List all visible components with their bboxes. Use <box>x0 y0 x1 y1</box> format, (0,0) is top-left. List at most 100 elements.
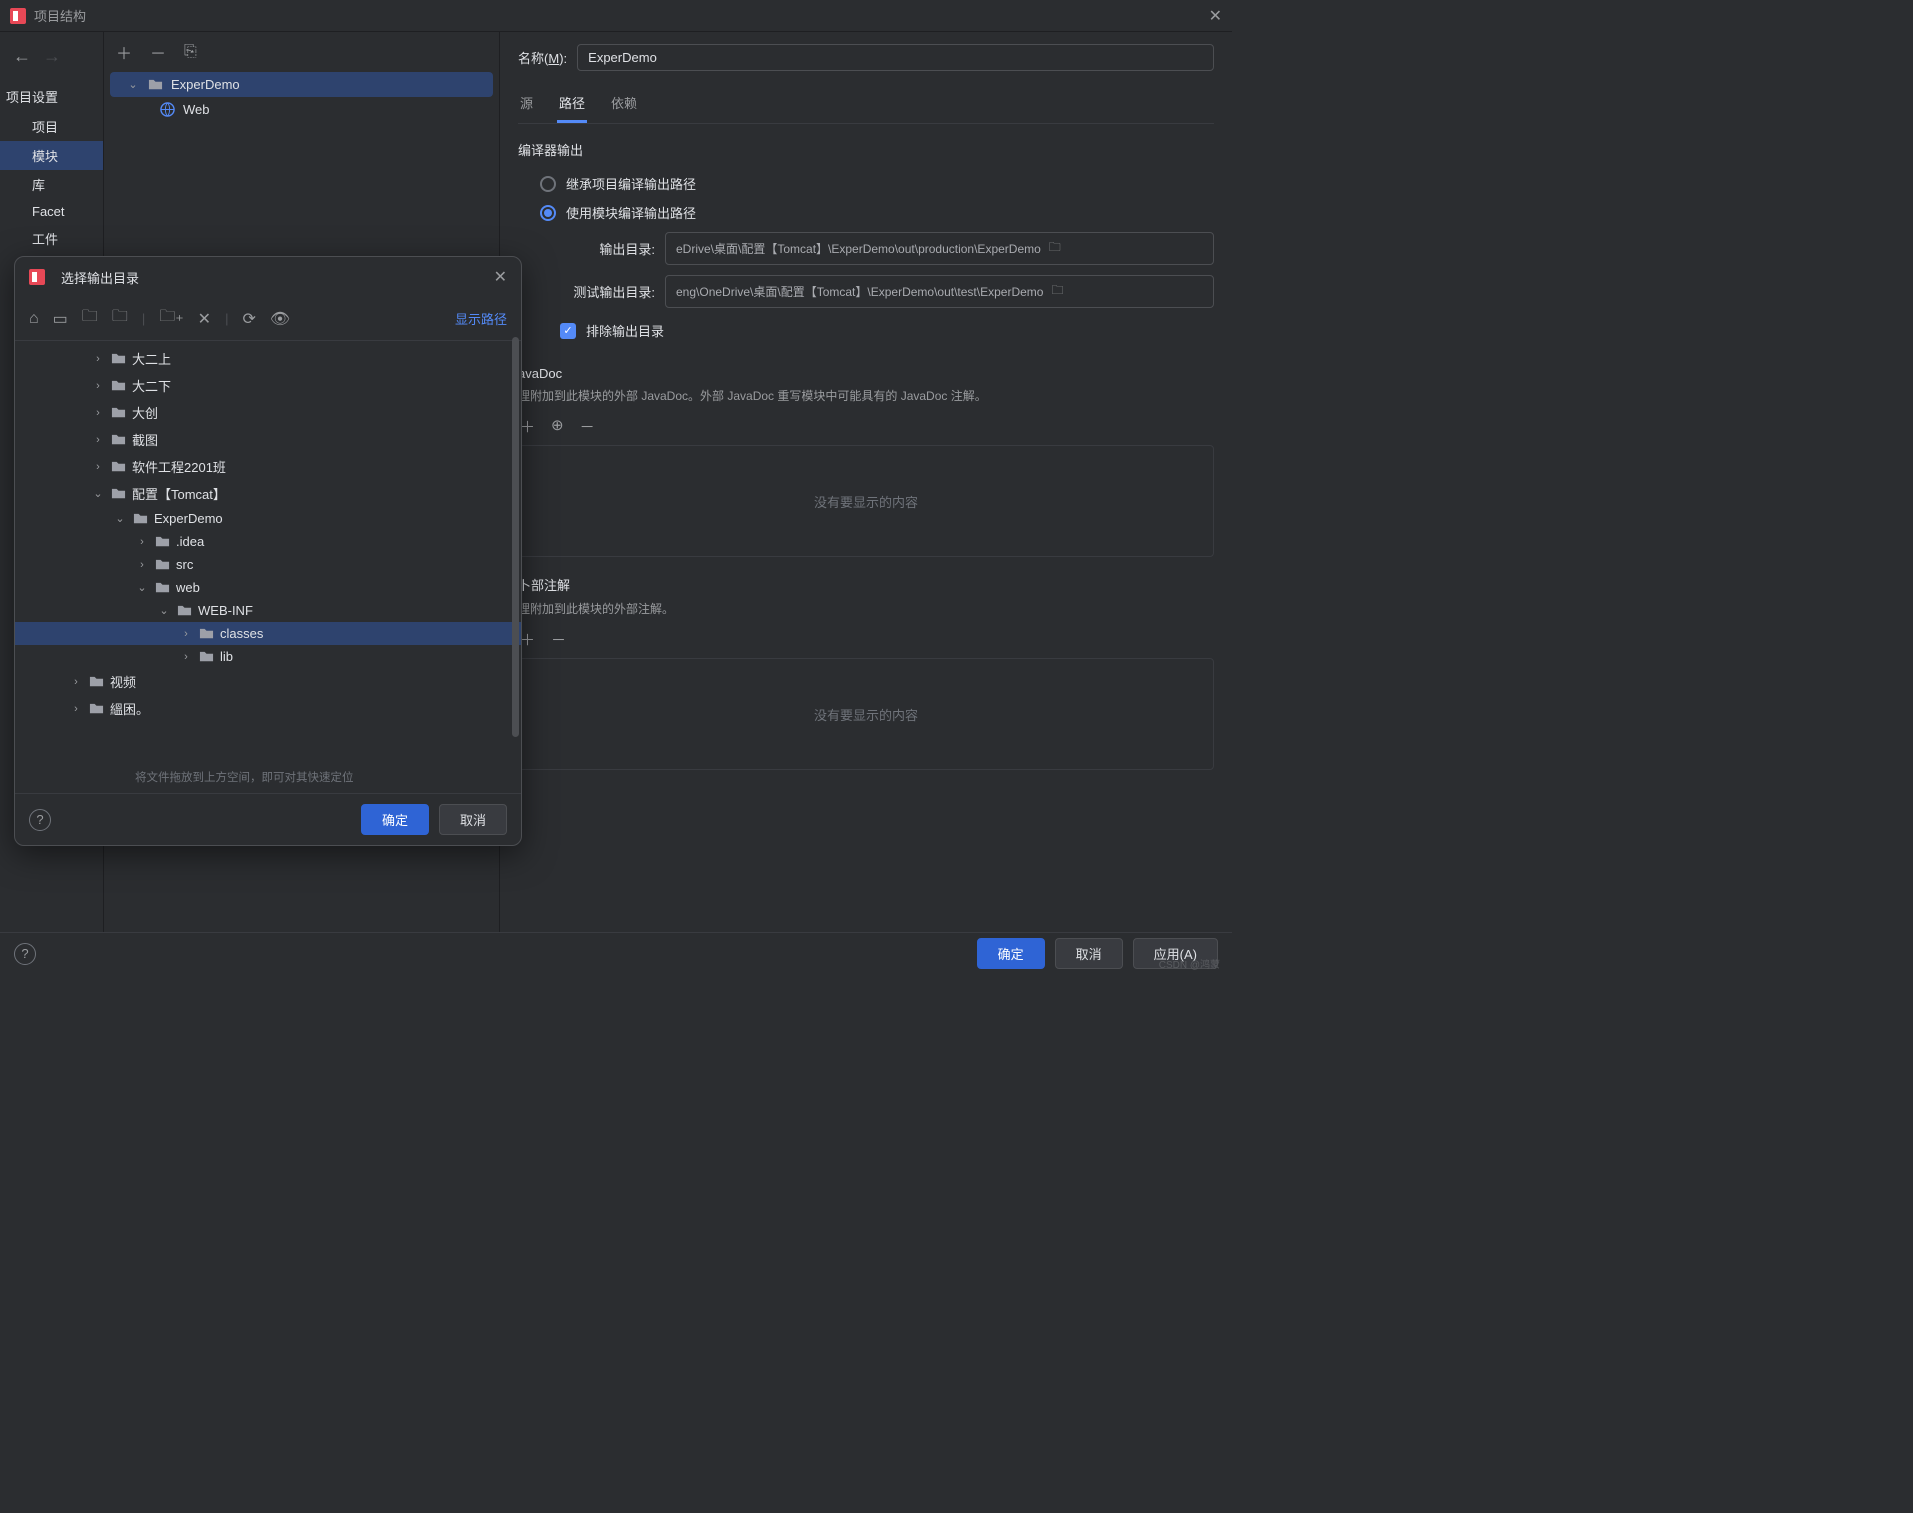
ext-annot-list: 没有要显示的内容 <box>518 658 1214 770</box>
chevron-icon[interactable]: ⌄ <box>157 604 171 617</box>
chevron-icon[interactable]: › <box>69 703 83 715</box>
tree-row[interactable]: › src <box>15 553 521 576</box>
nav-forward-icon: → <box>43 46 61 67</box>
browse-icon[interactable]: 🗀 <box>1051 281 1063 302</box>
radio-module-row[interactable]: 使用模块编译输出路径 <box>518 198 1214 227</box>
tab-dependencies[interactable]: 依赖 <box>609 87 639 123</box>
sidebar-item-artifacts[interactable]: 工件 <box>0 224 103 253</box>
chevron-icon[interactable]: ⌄ <box>113 512 127 525</box>
dialog-hint: 将文件拖放到上方空间，即可对其快速定位 <box>15 765 521 793</box>
browse-icon[interactable]: 🗀 <box>1049 238 1061 259</box>
add-icon[interactable]: ＋ <box>520 629 535 650</box>
sidebar-item-libraries[interactable]: 库 <box>0 170 103 199</box>
tree-row[interactable]: › 视频 <box>15 668 521 695</box>
chevron-icon[interactable]: › <box>135 559 149 571</box>
tree-row[interactable]: › 软件工程2201班 <box>15 453 521 480</box>
chevron-icon[interactable]: › <box>135 536 149 548</box>
radio-module[interactable] <box>540 205 556 221</box>
ext-annot-title: 卜部注解 <box>518 575 1214 594</box>
tree-row[interactable]: › classes <box>15 622 521 645</box>
tab-sources[interactable]: 源 <box>518 87 535 123</box>
window-close-icon[interactable]: ✕ <box>1209 6 1222 26</box>
folder-icon <box>177 603 192 618</box>
home-icon[interactable]: ⌂ <box>29 310 39 328</box>
help-button[interactable]: ? <box>14 943 36 965</box>
tree-row[interactable]: › .idea <box>15 530 521 553</box>
add-icon[interactable]: ＋ <box>116 40 132 64</box>
tree-row[interactable]: › 縕困。 <box>15 695 521 722</box>
nav-back-icon[interactable]: ← <box>13 46 31 67</box>
sidebar-item-facet[interactable]: Facet <box>0 199 103 224</box>
chevron-icon[interactable]: › <box>179 628 193 640</box>
folder-icon <box>89 674 104 689</box>
module-toolbar: ＋ － ⎘ <box>104 32 499 72</box>
module-root-row[interactable]: ⌄ ExperDemo <box>110 72 493 97</box>
dialog-scrollbar[interactable] <box>512 337 519 737</box>
tree-row[interactable]: › lib <box>15 645 521 668</box>
dialog-title: 选择输出目录 <box>61 268 139 287</box>
module-child-row[interactable]: Web <box>104 97 499 122</box>
tree-row[interactable]: › 大创 <box>15 399 521 426</box>
remove-icon[interactable]: － <box>150 40 166 64</box>
copy-icon[interactable]: ⎘ <box>184 43 197 61</box>
chevron-icon[interactable]: › <box>91 380 105 392</box>
dialog-ok-button[interactable]: 确定 <box>361 804 429 835</box>
tree-row[interactable]: ⌄ web <box>15 576 521 599</box>
tree-row[interactable]: ⌄ WEB-INF <box>15 599 521 622</box>
chevron-icon[interactable]: › <box>91 407 105 419</box>
chevron-icon[interactable]: ⌄ <box>91 487 105 500</box>
folder-icon <box>155 557 170 572</box>
dialog-help-button[interactable]: ? <box>29 809 51 831</box>
chevron-icon[interactable]: ⌄ <box>135 581 149 594</box>
chevron-icon[interactable]: › <box>91 353 105 365</box>
chevron-icon[interactable]: › <box>91 461 105 473</box>
test-output-input[interactable]: eng\OneDrive\桌面\配置【Tomcat】\ExperDemo\out… <box>665 275 1214 308</box>
remove-icon[interactable]: － <box>580 416 595 437</box>
new-folder-icon[interactable]: 🗀₊ <box>159 305 183 332</box>
tree-label: classes <box>220 626 263 641</box>
output-input[interactable]: eDrive\桌面\配置【Tomcat】\ExperDemo\out\produ… <box>665 232 1214 265</box>
sidebar-item-modules[interactable]: 模块 <box>0 141 103 170</box>
tree-row[interactable]: ⌄ 配置【Tomcat】 <box>15 480 521 507</box>
exclude-row[interactable]: ✓ 排除输出目录 <box>518 313 1214 348</box>
name-input[interactable] <box>577 44 1214 71</box>
tree-row[interactable]: › 大二上 <box>15 345 521 372</box>
tree-row[interactable]: › 大二下 <box>15 372 521 399</box>
folder-icon <box>111 405 126 420</box>
cancel-button[interactable]: 取消 <box>1055 938 1123 969</box>
show-hidden-icon[interactable]: 👁 <box>270 309 290 329</box>
chevron-icon[interactable]: › <box>179 651 193 663</box>
chevron-down-icon[interactable]: ⌄ <box>126 78 140 91</box>
module-icon[interactable]: 🗀 <box>112 305 128 332</box>
dialog-close-icon[interactable]: ✕ <box>494 267 507 287</box>
dialog-tree[interactable]: › 大二上› 大二下› 大创› 截图› 软件工程2201班⌄ 配置【Tomcat… <box>15 341 521 765</box>
tree-row[interactable]: › 截图 <box>15 426 521 453</box>
refresh-icon[interactable]: ⟳ <box>242 309 255 329</box>
javadoc-title: avaDoc <box>518 366 1214 381</box>
output-path-row: 输出目录: eDrive\桌面\配置【Tomcat】\ExperDemo\out… <box>518 227 1214 270</box>
test-output-path-row: 测试输出目录: eng\OneDrive\桌面\配置【Tomcat】\Exper… <box>518 270 1214 313</box>
radio-inherit-label: 继承项目编译输出路径 <box>566 174 696 193</box>
radio-inherit-row[interactable]: 继承项目编译输出路径 <box>518 169 1214 198</box>
tree-row[interactable]: ⌄ ExperDemo <box>15 507 521 530</box>
folder-icon <box>155 534 170 549</box>
folder-icon <box>111 432 126 447</box>
web-icon <box>160 102 175 117</box>
chevron-icon[interactable]: › <box>91 434 105 446</box>
folder-icon <box>111 459 126 474</box>
tab-paths[interactable]: 路径 <box>557 87 587 123</box>
add-icon[interactable]: ＋ <box>520 416 535 437</box>
compiler-section-title: 编译器输出 <box>518 140 1214 159</box>
show-path-link[interactable]: 显示路径 <box>455 309 507 328</box>
sidebar-item-project[interactable]: 项目 <box>0 112 103 141</box>
exclude-checkbox[interactable]: ✓ <box>560 323 576 339</box>
dialog-cancel-button[interactable]: 取消 <box>439 804 507 835</box>
radio-inherit[interactable] <box>540 176 556 192</box>
desktop-icon[interactable]: ▭ <box>53 309 68 329</box>
project-icon[interactable]: 🗀 <box>82 305 98 332</box>
add-url-icon[interactable]: ⊕ <box>551 416 564 437</box>
remove-icon[interactable]: － <box>551 629 566 650</box>
delete-icon[interactable]: ✕ <box>198 309 211 329</box>
ok-button[interactable]: 确定 <box>977 938 1045 969</box>
chevron-icon[interactable]: › <box>69 676 83 688</box>
